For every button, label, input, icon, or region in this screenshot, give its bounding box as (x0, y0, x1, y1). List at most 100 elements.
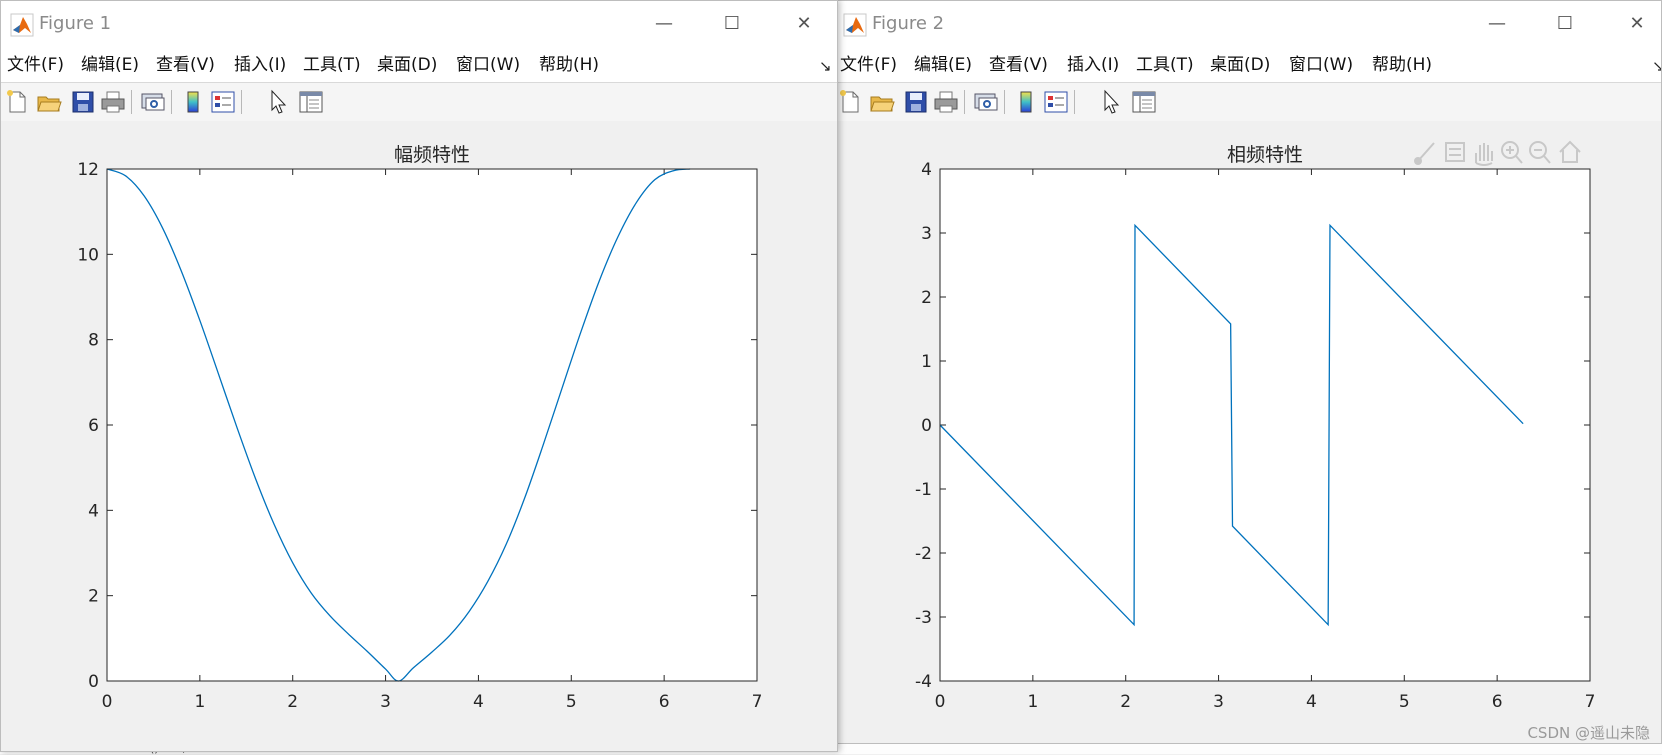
close-button[interactable]: ✕ (1620, 10, 1654, 38)
x-tick-label: 5 (566, 692, 577, 712)
matlab-logo-icon (843, 13, 867, 37)
x-tick-label: 7 (752, 692, 763, 712)
new-figure-icon[interactable] (3, 88, 31, 116)
watermark-text: CSDN @遥山未隐 (1527, 724, 1650, 742)
y-tick-label: -2 (915, 544, 932, 564)
dock-arrow-icon[interactable]: ↘ (819, 57, 832, 75)
zoom-out-icon[interactable] (1529, 141, 1551, 164)
figure-canvas[interactable]: 0 1 2 3 4 5 6 7 -4 -3 -2 -1 0 1 2 3 4 相频特性 (834, 121, 1661, 743)
y-tick-label: -4 (915, 672, 932, 692)
y-tick-label: 1 (921, 352, 932, 372)
x-tick-label: 6 (1492, 692, 1503, 712)
window-title: Figure 2 (872, 13, 945, 34)
toolbar-separator (1074, 90, 1075, 114)
x-tick-label: 4 (473, 692, 484, 712)
home-icon[interactable] (1559, 140, 1581, 163)
figure-window-2[interactable]: Figure 2 — ☐ ✕ 文件(F) 编辑(E) 查看(V) 插入(I) 工… (833, 0, 1662, 744)
menu-file[interactable]: 文件(F) (840, 53, 897, 77)
x-tick-label: 3 (1213, 692, 1224, 712)
title-bar[interactable]: Figure 1 — ☐ ✕ (1, 1, 837, 47)
y-tick-label: 2 (88, 587, 99, 607)
title-bar[interactable]: Figure 2 — ☐ ✕ (834, 1, 1661, 47)
minimize-button[interactable]: — (1480, 10, 1514, 38)
menu-tools[interactable]: 工具(T) (303, 53, 361, 77)
datatip-icon[interactable] (1445, 142, 1465, 162)
print-icon[interactable] (932, 88, 960, 116)
figure-window-1[interactable]: Figure 1 — ☐ ✕ 文件(F) 编辑(E) 查看(V) 插入(I) 工… (0, 0, 838, 752)
axes-background (107, 169, 757, 681)
menu-help[interactable]: 帮助(H) (539, 53, 599, 77)
menu-bar: 文件(F) 编辑(E) 查看(V) 插入(I) 工具(T) 桌面(D) 窗口(W… (1, 47, 837, 82)
menu-insert[interactable]: 插入(I) (234, 53, 286, 77)
figure-canvas[interactable]: 0 1 2 3 4 5 6 7 0 2 4 6 8 10 12 幅频特性 (1, 121, 837, 751)
y-tick-label: 6 (88, 416, 99, 436)
print-preview-icon[interactable] (139, 88, 167, 116)
colorbar-icon[interactable] (1012, 88, 1040, 116)
menu-tools[interactable]: 工具(T) (1136, 53, 1194, 77)
legend-icon[interactable] (209, 88, 237, 116)
zoom-in-icon[interactable] (1501, 141, 1523, 164)
menu-view[interactable]: 查看(V) (989, 53, 1048, 77)
y-tick-label: 4 (88, 501, 99, 521)
x-tick-label: 5 (1399, 692, 1410, 712)
x-tick-label: 0 (935, 692, 946, 712)
x-tick-label: 2 (287, 692, 298, 712)
print-preview-icon[interactable] (972, 88, 1000, 116)
property-editor-icon[interactable] (297, 88, 325, 116)
menu-view[interactable]: 查看(V) (156, 53, 215, 77)
window-title: Figure 1 (39, 13, 112, 34)
menu-help[interactable]: 帮助(H) (1372, 53, 1432, 77)
legend-icon[interactable] (1042, 88, 1070, 116)
chart-title: 幅频特性 (394, 144, 470, 166)
y-tick-label: 4 (921, 160, 932, 180)
axes-background (940, 169, 1590, 681)
colorbar-icon[interactable] (179, 88, 207, 116)
open-file-icon[interactable] (868, 88, 896, 116)
menu-file[interactable]: 文件(F) (7, 53, 64, 77)
select-arrow-icon[interactable] (1098, 88, 1126, 116)
menu-bar: 文件(F) 编辑(E) 查看(V) 插入(I) 工具(T) 桌面(D) 窗口(W… (834, 47, 1661, 82)
figure-toolbar (1, 82, 837, 122)
select-arrow-icon[interactable] (265, 88, 293, 116)
axes-toolbar (1414, 137, 1594, 167)
axes-magnitude[interactable]: 0 1 2 3 4 5 6 7024681012幅频特性 (1, 121, 838, 752)
y-tick-label: 12 (77, 160, 99, 180)
close-button[interactable]: ✕ (787, 10, 821, 38)
toolbar-separator (131, 90, 132, 114)
minimize-button[interactable]: — (647, 10, 681, 38)
menu-insert[interactable]: 插入(I) (1067, 53, 1119, 77)
menu-window[interactable]: 窗口(W) (456, 53, 520, 77)
dock-arrow-icon[interactable]: ↘ (1652, 57, 1661, 75)
x-tick-label: 1 (194, 692, 205, 712)
matlab-logo-icon (10, 13, 34, 37)
menu-desktop[interactable]: 桌面(D) (377, 53, 437, 77)
y-tick-label: -3 (915, 608, 932, 628)
menu-desktop[interactable]: 桌面(D) (1210, 53, 1270, 77)
maximize-button[interactable]: ☐ (1548, 10, 1582, 38)
brush-icon[interactable] (1414, 142, 1435, 165)
y-tick-label: 8 (88, 331, 99, 351)
new-figure-icon[interactable] (836, 88, 864, 116)
pan-hand-icon[interactable] (1475, 143, 1493, 166)
save-icon[interactable] (902, 88, 930, 116)
x-tick-label: 4 (1306, 692, 1317, 712)
print-icon[interactable] (99, 88, 127, 116)
menu-edit[interactable]: 编辑(E) (81, 53, 139, 77)
maximize-button[interactable]: ☐ (715, 10, 749, 38)
save-icon[interactable] (69, 88, 97, 116)
open-file-icon[interactable] (35, 88, 63, 116)
toolbar-separator (241, 90, 242, 114)
property-editor-icon[interactable] (1130, 88, 1158, 116)
y-tick-label: 2 (921, 288, 932, 308)
x-tick-label: 6 (659, 692, 670, 712)
chart-title: 相频特性 (1227, 144, 1303, 166)
x-tick-label: 0 (102, 692, 113, 712)
y-tick-label: 0 (88, 672, 99, 692)
axes-phase[interactable]: 0 1 2 3 4 5 6 7 -4 -3 -2 -1 0 1 2 3 4 相频特性 (834, 121, 1662, 744)
y-tick-label: -1 (915, 480, 932, 500)
x-tick-label: 3 (380, 692, 391, 712)
menu-window[interactable]: 窗口(W) (1289, 53, 1353, 77)
y-tick-label: 3 (921, 224, 932, 244)
menu-edit[interactable]: 编辑(E) (914, 53, 972, 77)
x-tick-label: 1 (1027, 692, 1038, 712)
